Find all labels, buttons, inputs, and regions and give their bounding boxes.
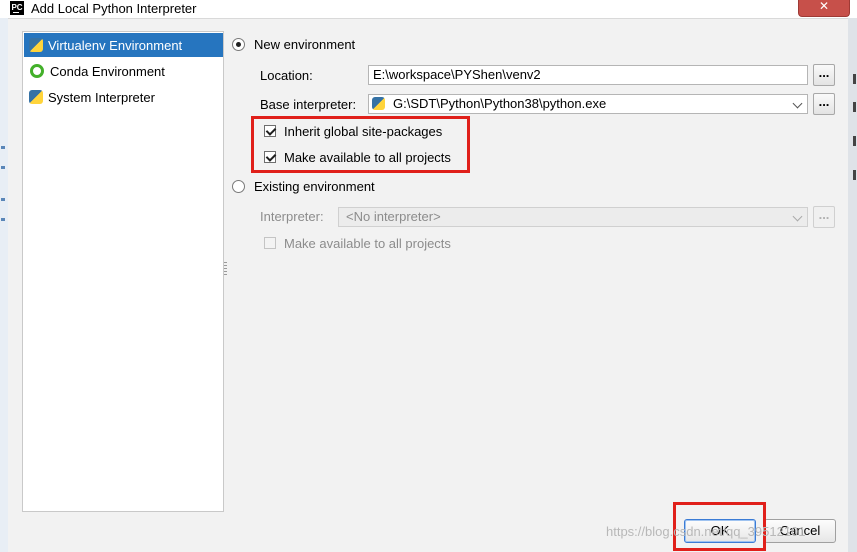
existing-environment-label: Existing environment bbox=[254, 179, 375, 194]
panel-splitter-handle[interactable] bbox=[224, 262, 227, 276]
chevron-down-icon bbox=[792, 98, 803, 109]
sidebar-item-virtualenv[interactable]: Virtualenv Environment bbox=[24, 33, 223, 57]
python-icon bbox=[372, 97, 385, 110]
existing-make-available-label: Make available to all projects bbox=[284, 236, 451, 251]
base-interpreter-browse-button[interactable]: ... bbox=[813, 93, 835, 115]
existing-environment-radio[interactable] bbox=[232, 180, 245, 193]
location-label: Location: bbox=[260, 68, 313, 83]
background-window-edge-left bbox=[0, 18, 8, 552]
pycharm-app-icon: PC bbox=[10, 1, 24, 15]
interpreter-dropdown[interactable]: <No interpreter> bbox=[338, 207, 808, 227]
sidebar-item-label: System Interpreter bbox=[48, 89, 155, 105]
watermark-text: https://blog.csdn.net/qq_39512101 bbox=[606, 524, 806, 539]
interpreter-browse-button[interactable]: ... bbox=[813, 206, 835, 228]
sidebar-item-conda[interactable]: Conda Environment bbox=[24, 59, 223, 83]
python-virtualenv-icon bbox=[29, 38, 43, 52]
background-window-edge-right bbox=[848, 18, 857, 552]
chevron-down-icon bbox=[792, 211, 803, 222]
environment-type-list: Virtualenv Environment Conda Environment… bbox=[22, 31, 224, 512]
inherit-site-packages-label: Inherit global site-packages bbox=[284, 124, 443, 139]
existing-make-available-checkbox[interactable] bbox=[264, 237, 276, 249]
interpreter-label: Interpreter: bbox=[260, 209, 324, 224]
base-interpreter-dropdown[interactable]: G:\SDT\Python\Python38\python.exe bbox=[368, 94, 808, 114]
base-interpreter-value: G:\SDT\Python\Python38\python.exe bbox=[393, 96, 607, 111]
window-close-button[interactable]: ✕ bbox=[798, 0, 850, 17]
make-available-checkbox[interactable] bbox=[264, 151, 276, 163]
location-browse-button[interactable]: ... bbox=[813, 64, 835, 86]
make-available-label: Make available to all projects bbox=[284, 150, 451, 165]
sidebar-item-label: Conda Environment bbox=[50, 63, 165, 79]
inherit-site-packages-checkbox[interactable] bbox=[264, 125, 276, 137]
base-interpreter-label: Base interpreter: bbox=[260, 97, 357, 112]
new-environment-radio[interactable] bbox=[232, 38, 245, 51]
window-titlebar: PC Add Local Python Interpreter ✕ bbox=[0, 0, 857, 19]
sidebar-item-label: Virtualenv Environment bbox=[48, 37, 183, 53]
window-title: Add Local Python Interpreter bbox=[31, 1, 197, 16]
conda-icon bbox=[30, 64, 44, 78]
python-icon bbox=[29, 90, 43, 104]
location-input[interactable]: E:\workspace\PYShen\venv2 bbox=[368, 65, 808, 85]
sidebar-item-system-interpreter[interactable]: System Interpreter bbox=[24, 85, 223, 109]
new-environment-label: New environment bbox=[254, 37, 356, 52]
interpreter-value: <No interpreter> bbox=[346, 209, 441, 224]
